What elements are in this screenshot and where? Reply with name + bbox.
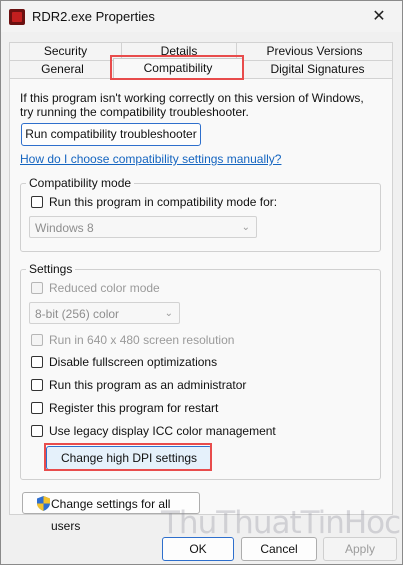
legacy-icc-checkbox-row[interactable]: Use legacy display ICC color management	[31, 423, 276, 439]
disable-fullscreen-label: Disable fullscreen optimizations	[49, 355, 218, 369]
run-admin-checkbox-row[interactable]: Run this program as an administrator	[31, 377, 246, 393]
disable-fullscreen-checkbox[interactable]	[31, 356, 43, 368]
register-restart-checkbox[interactable]	[31, 402, 43, 414]
reduced-color-checkbox-row: Reduced color mode	[31, 280, 160, 296]
cancel-button[interactable]: Cancel	[241, 537, 317, 561]
chevron-down-icon: ⌄	[164, 308, 173, 319]
register-restart-checkbox-row[interactable]: Register this program for restart	[31, 400, 218, 416]
close-button[interactable]: ✕	[356, 1, 402, 32]
run-admin-checkbox[interactable]	[31, 379, 43, 391]
intro-text: If this program isn't working correctly …	[20, 91, 364, 119]
tab-security[interactable]: Security	[9, 42, 122, 60]
run-640-label: Run in 640 x 480 screen resolution	[49, 333, 235, 347]
uac-shield-icon	[37, 496, 50, 511]
register-restart-label: Register this program for restart	[49, 401, 219, 415]
compat-mode-checkbox-row[interactable]: Run this program in compatibility mode f…	[31, 194, 277, 210]
run-640-checkbox-row: Run in 640 x 480 screen resolution	[31, 332, 234, 348]
os-version-select[interactable]: Windows 8 ⌄	[29, 216, 257, 238]
settings-label: Settings	[26, 262, 76, 276]
tab-previous-versions[interactable]: Previous Versions	[236, 42, 393, 60]
tab-digital-signatures[interactable]: Digital Signatures	[242, 60, 393, 78]
app-icon	[9, 9, 25, 25]
change-all-users-button[interactable]: Change settings for all users	[22, 492, 200, 533]
compat-mode-checkbox-label: Run this program in compatibility mode f…	[49, 195, 278, 209]
run-admin-label: Run this program as an administrator	[49, 378, 247, 392]
window-title: RDR2.exe Properties	[32, 9, 155, 24]
disable-fullscreen-checkbox-row[interactable]: Disable fullscreen optimizations	[31, 354, 217, 370]
tab-general[interactable]: General	[9, 60, 116, 78]
legacy-icc-checkbox[interactable]	[31, 425, 43, 437]
os-version-value: Windows 8	[35, 221, 94, 235]
chevron-down-icon: ⌄	[241, 222, 250, 233]
color-depth-value: 8-bit (256) color	[35, 307, 120, 321]
compat-mode-checkbox[interactable]	[31, 196, 43, 208]
ok-button[interactable]: OK	[162, 537, 234, 561]
title-bar[interactable]: RDR2.exe Properties ✕	[1, 1, 402, 32]
compat-mode-label: Compatibility mode	[26, 176, 135, 190]
run-640-checkbox	[31, 334, 43, 346]
legacy-icc-label: Use legacy display ICC color management	[49, 424, 276, 438]
help-link[interactable]: How do I choose compatibility settings m…	[20, 152, 281, 166]
reduced-color-label: Reduced color mode	[49, 281, 160, 295]
run-troubleshooter-button[interactable]: Run compatibility troubleshooter	[21, 123, 201, 146]
dpi-button-highlight	[44, 443, 212, 471]
reduced-color-checkbox	[31, 282, 43, 294]
active-tab-highlight	[110, 55, 244, 80]
color-depth-select: 8-bit (256) color ⌄	[29, 302, 180, 324]
apply-button[interactable]: Apply	[323, 537, 397, 561]
